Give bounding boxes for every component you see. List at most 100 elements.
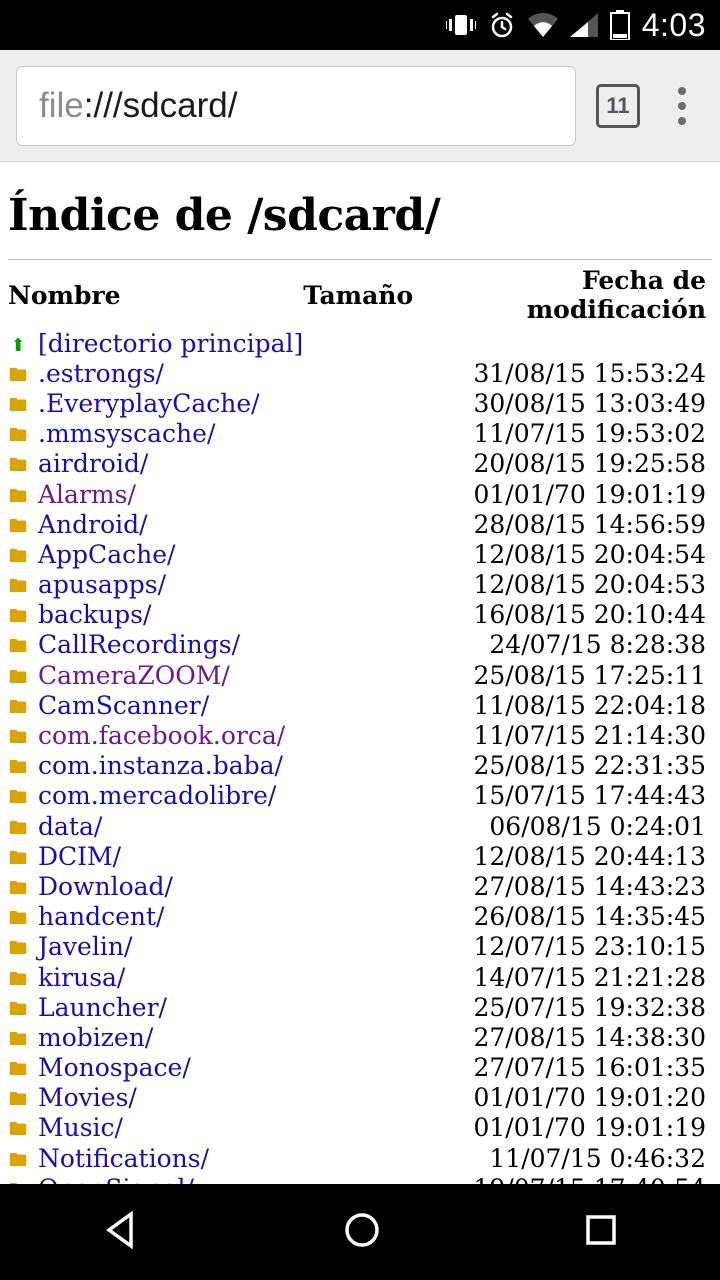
directory-link[interactable]: Movies/ [38,1083,137,1112]
directory-link[interactable]: handcent/ [38,902,164,931]
date-cell: 12/08/15 20:04:54 [413,539,712,569]
date-cell: 11/07/15 21:14:30 [413,720,712,750]
date-cell: 15/07/15 17:44:43 [413,781,712,811]
directory-link[interactable]: apusapps/ [38,570,166,599]
directory-link[interactable]: com.facebook.orca/ [38,721,285,750]
up-dir-icon: ⬆ [8,336,28,357]
directory-row: 🖿Movies/01/01/70 19:01:20 [8,1083,712,1113]
size-cell [303,751,413,781]
directory-link[interactable]: CameraZOOM/ [38,661,230,690]
directory-link[interactable]: kirusa/ [38,963,125,992]
directory-link[interactable]: .mmsyscache/ [38,419,215,448]
directory-link[interactable]: .estrongs/ [38,359,164,388]
date-cell: 01/01/70 19:01:20 [413,1083,712,1113]
directory-link[interactable]: Monospace/ [38,1053,191,1082]
tabs-button[interactable]: 11 [596,84,640,128]
directory-row: 🖿 com.facebook.orca/11/07/15 21:14:30 [8,720,712,750]
date-cell: 27/08/15 14:43:23 [413,871,712,901]
date-cell: 01/01/70 19:01:19 [413,479,712,509]
directory-link[interactable]: Javelin/ [38,932,132,961]
date-cell: 27/08/15 14:38:30 [413,1022,712,1052]
directory-row: 🖿apusapps/12/08/15 20:04:53 [8,570,712,600]
size-cell [303,902,413,932]
folder-icon: 🖿 [8,426,28,447]
directory-link[interactable]: .EveryplayCache/ [38,389,260,418]
directory-row: 🖿com.mercadolibre/15/07/15 17:44:43 [8,781,712,811]
date-cell: 12/08/15 20:04:53 [413,570,712,600]
folder-icon: 🖿 [8,1060,28,1081]
directory-link[interactable]: AppCache/ [38,540,175,569]
url-scheme: file [39,86,84,126]
folder-icon: 🖿 [8,849,28,870]
size-cell [303,811,413,841]
directory-link[interactable]: OpenSignal/ [38,1174,194,1184]
directory-link[interactable]: com.instanza.baba/ [38,751,283,780]
directory-link[interactable]: Download/ [38,872,173,901]
directory-link[interactable]: Alarms/ [38,480,136,509]
directory-link[interactable]: Android/ [38,510,148,539]
size-cell [303,509,413,539]
directory-link[interactable]: Notifications/ [38,1144,209,1173]
url-bar[interactable]: file:///sdcard/ [16,66,576,146]
directory-link[interactable]: CallRecordings/ [38,630,240,659]
directory-row: 🖿Alarms/01/01/70 19:01:19 [8,479,712,509]
folder-icon: 🖿 [8,1000,28,1021]
size-cell [303,630,413,660]
recent-apps-button[interactable] [581,1210,621,1255]
directory-link[interactable]: CamScanner/ [38,691,209,720]
date-cell: 11/07/15 19:53:02 [413,419,712,449]
size-cell [303,1053,413,1083]
back-button[interactable] [99,1208,143,1257]
cell-signal-icon [570,13,598,37]
directory-link[interactable]: Launcher/ [38,993,167,1022]
size-cell [303,690,413,720]
folder-icon: 🖿 [8,758,28,779]
size-cell [303,600,413,630]
size-cell [303,1113,413,1143]
folder-icon: 🖿 [8,698,28,719]
date-cell: 14/07/15 21:21:28 [413,962,712,992]
parent-dir-link[interactable]: [directorio principal] [38,329,303,358]
directory-row: 🖿Launcher/25/07/15 19:32:38 [8,992,712,1022]
size-cell [303,962,413,992]
size-cell [303,992,413,1022]
folder-icon: 🖿 [8,668,28,689]
android-nav-bar [0,1184,720,1280]
folder-icon: 🖿 [8,909,28,930]
directory-row: 🖿 handcent/26/08/15 14:35:45 [8,902,712,932]
date-cell: 27/07/15 16:01:35 [413,1053,712,1083]
directory-link[interactable]: backups/ [38,600,151,629]
size-cell [303,1022,413,1052]
size-cell [303,720,413,750]
directory-row: 🖿 AppCache/12/08/15 20:04:54 [8,539,712,569]
directory-link[interactable]: com.mercadolibre/ [38,781,276,810]
wifi-icon [528,13,558,37]
page-content[interactable]: Índice de /sdcard/ Nombre Tamaño Fecha d… [0,162,720,1184]
directory-link[interactable]: mobizen/ [38,1023,153,1052]
directory-link[interactable]: Music/ [38,1113,123,1142]
directory-row: 🖿 Monospace/27/07/15 16:01:35 [8,1053,712,1083]
folder-icon: 🖿 [8,728,28,749]
date-cell: 26/08/15 14:35:45 [413,902,712,932]
directory-row: 🖿airdroid/20/08/15 19:25:58 [8,449,712,479]
size-cell [303,479,413,509]
directory-row: 🖿.EveryplayCache/30/08/15 13:03:49 [8,388,712,418]
directory-row: 🖿CallRecordings/24/07/15 8:28:38 [8,630,712,660]
home-button[interactable] [340,1208,384,1257]
directory-row: 🖿CameraZOOM/25/08/15 17:25:11 [8,660,712,690]
folder-icon: 🖿 [8,517,28,538]
header-name: Nombre [8,260,303,329]
folder-icon: 🖿 [8,547,28,568]
directory-link[interactable]: data/ [38,812,102,841]
date-cell: 16/08/15 20:10:44 [413,600,712,630]
date-cell: 28/08/15 14:56:59 [413,509,712,539]
tabs-count: 11 [606,93,629,119]
parent-dir-row: ⬆ [directorio principal] [8,328,712,358]
directory-link[interactable]: DCIM/ [38,842,121,871]
size-cell [303,570,413,600]
date-cell: 24/07/15 8:28:38 [413,630,712,660]
date-cell: 01/01/70 19:01:19 [413,1113,712,1143]
overflow-menu-button[interactable] [660,84,704,128]
directory-link[interactable]: airdroid/ [38,449,148,478]
url-rest: :///sdcard/ [84,86,238,126]
